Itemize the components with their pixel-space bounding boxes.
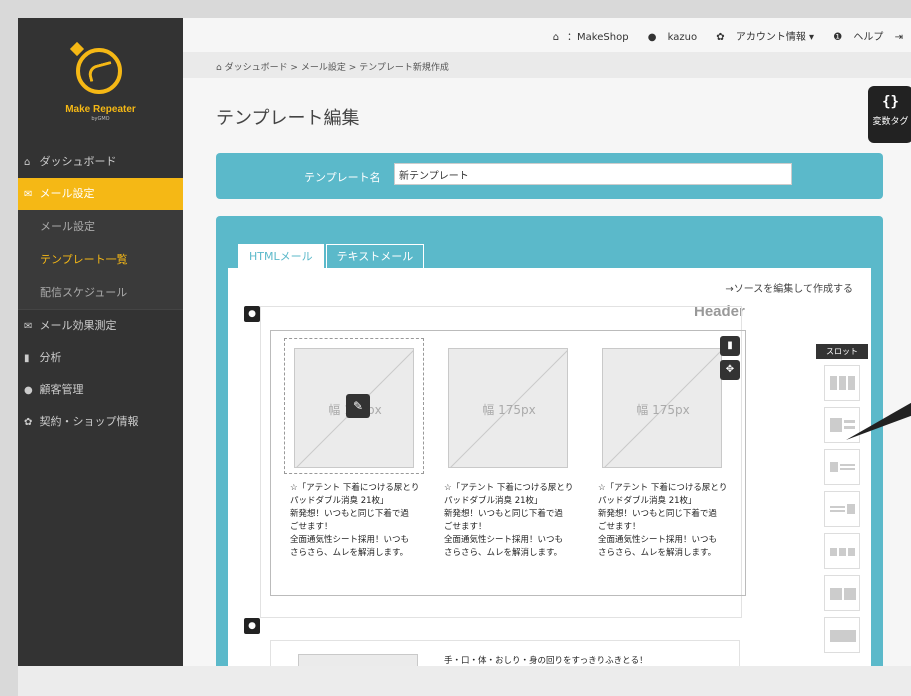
mail-icon: ✉ (24, 321, 33, 332)
sidebar-item-label: メール設定 (39, 187, 95, 200)
shop-link[interactable]: ⌂ ：MakeShop (545, 32, 629, 43)
tab-html-mail[interactable]: HTMLメール (238, 244, 324, 268)
user-link[interactable]: ● kazuo (640, 32, 697, 43)
slot-image-right[interactable] (824, 491, 860, 527)
top-links: ⌂ ：MakeShop ● kazuo ✿ アカウント情報 ▾ ❶ ヘルプ ⇥ (537, 28, 903, 43)
slot-three-image[interactable] (824, 533, 860, 569)
sidebar-submenu: メール設定 テンプレート一覧 配信スケジュール (18, 210, 183, 309)
user-icon: ● (24, 385, 33, 396)
info-icon: ❶ (833, 32, 843, 43)
slot-full-width[interactable] (824, 617, 860, 653)
sidebar-item-contract[interactable]: ✿ 契約・ショップ情報 (18, 406, 183, 438)
move-icon[interactable]: ✥ (720, 360, 740, 380)
sidebar-item-customers[interactable]: ● 顧客管理 (18, 374, 183, 406)
slot-two-column[interactable] (824, 575, 860, 611)
sidebar-item-effect[interactable]: ✉ メール効果測定 (18, 310, 183, 342)
product-description: ☆「アテント 下着につける尿とり パッドダブル消臭 21枚」 新発想！いつもと同じ下… (444, 483, 574, 558)
image-placeholder[interactable]: 幅 175px (602, 348, 722, 468)
pencil-icon[interactable]: ✎ (346, 394, 370, 418)
drop-icon[interactable]: ● (244, 618, 260, 634)
page-title: テンプレート編集 (216, 108, 360, 129)
mail-icon: ✉ (24, 189, 33, 200)
image-width-label: 幅 175px (636, 403, 690, 417)
image-width-label: 幅 175px (482, 403, 536, 417)
user-icon: ● (647, 32, 657, 43)
logo-mark (76, 48, 122, 94)
sidebar-item-dashboard[interactable]: ⌂ ダッシュボード (18, 146, 183, 178)
gear-icon: ✿ (716, 32, 725, 43)
editor-canvas: →ソースを編集して作成する ● Header 幅 175px ✎ 幅 175px… (228, 268, 871, 666)
edit-source-link[interactable]: →ソースを編集して作成する (725, 280, 853, 295)
slot-panel-title: スロット (816, 344, 868, 359)
slot-panel: スロット (816, 344, 868, 666)
logo-sub: byGMO (91, 116, 110, 122)
mail-type-tabs: HTMLメール テキストメール (238, 244, 426, 268)
logo-text: Make Repeater (65, 104, 136, 115)
help-link[interactable]: ❶ ヘルプ (825, 32, 883, 43)
subitem-schedule[interactable]: 配信スケジュール (18, 276, 183, 309)
subitem-mail-settings[interactable]: メール設定 (18, 210, 183, 243)
slot-three-column[interactable] (824, 365, 860, 401)
drop-icon[interactable]: ● (244, 306, 260, 322)
subitem-template-list[interactable]: テンプレート一覧 (18, 243, 183, 276)
sidebar-item-label: メール効果測定 (39, 319, 117, 332)
breadcrumb: ⌂ ダッシュボード > メール設定 > テンプレート新規作成 (183, 52, 911, 78)
sidebar: Make Repeater byGMO ⌂ ダッシュボード ✉ メール設定 メー… (18, 18, 183, 666)
tab-text-mail[interactable]: テキストメール (325, 244, 425, 268)
variable-tag-label: 変数タグ (872, 117, 909, 127)
variable-tag-button[interactable]: {} 変数タグ (868, 86, 911, 143)
product-description: ☆「アテント 下着につける尿とり パッドダブル消臭 21枚」 新発想！いつもと同じ下… (290, 483, 420, 558)
gear-icon: ✿ (24, 417, 33, 428)
top-bar: ⌂ ：MakeShop ● kazuo ✿ アカウント情報 ▾ ❶ ヘルプ ⇥ (183, 18, 911, 52)
block2-text: 手・口・体・おしり・身の回りをすっきりふきとる！ (444, 656, 648, 666)
account-menu[interactable]: ✿ アカウント情報 ▾ (708, 32, 814, 43)
image-placeholder[interactable]: 幅 175px (448, 348, 568, 468)
editor-panel: HTMLメール テキストメール →ソースを編集して作成する ● Header 幅 … (216, 216, 883, 666)
sidebar-item-label: ダッシュボード (39, 155, 117, 168)
sidebar-item-label: 契約・ショップ情報 (39, 415, 139, 428)
bottom-band (18, 666, 911, 696)
logo[interactable]: Make Repeater byGMO (18, 18, 183, 146)
sidebar-group: ✉ メール効果測定 ▮ 分析 ● 顧客管理 ✿ 契約・ショップ情報 (18, 309, 183, 438)
sidebar-item-label: 顧客管理 (39, 383, 84, 396)
template-name-label: テンプレート名 (304, 171, 381, 184)
app-window: Make Repeater byGMO ⌂ ダッシュボード ✉ メール設定 メー… (18, 18, 911, 666)
slot-image-left[interactable] (824, 449, 860, 485)
home-icon: ⌂ (552, 32, 560, 43)
template-name-input[interactable] (394, 163, 792, 185)
template-name-bar: テンプレート名 (216, 153, 883, 199)
product-description: ☆「アテント 下着につける尿とり パッドダブル消臭 21枚」 新発想！いつもと同じ下… (598, 483, 728, 558)
home-icon: ⌂ (24, 157, 31, 168)
braces-icon: {} (882, 94, 899, 110)
callout-pointer (846, 402, 911, 440)
chart-icon: ▮ (24, 353, 30, 364)
sidebar-nav: ⌂ ダッシュボード ✉ メール設定 メール設定 テンプレート一覧 配信スケジュー… (18, 146, 183, 438)
image-placeholder[interactable] (298, 654, 418, 666)
logout-icon[interactable]: ⇥ (895, 32, 903, 43)
trash-icon[interactable]: ▮ (720, 336, 740, 356)
sidebar-item-label: 分析 (39, 351, 62, 364)
sidebar-item-analytics[interactable]: ▮ 分析 (18, 342, 183, 374)
sidebar-item-mail-settings[interactable]: ✉ メール設定 (18, 178, 183, 210)
